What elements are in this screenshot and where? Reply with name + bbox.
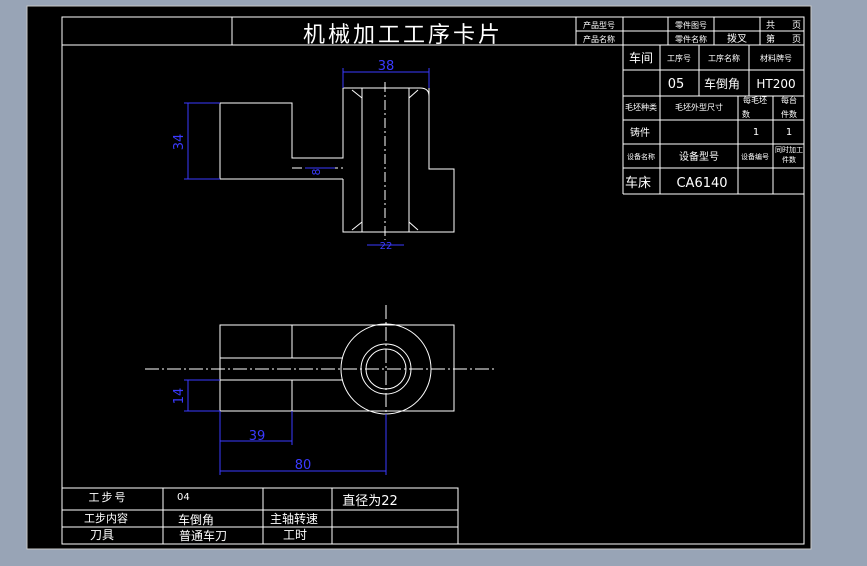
equip-model-value: CA6140 — [676, 176, 727, 191]
card-title: 机械加工工序卡片 — [303, 23, 503, 48]
part-count-label-2: 件数 — [781, 109, 797, 119]
spindle-speed-label: 主轴转速 — [270, 511, 318, 526]
process-name-label: 工序名称 — [708, 53, 740, 63]
part-name-value: 拨叉 — [727, 32, 747, 45]
part-name-label: 零件名称 — [675, 34, 707, 44]
process-no-label: 工序号 — [667, 53, 691, 63]
blank-count-label: 每毛坯 — [743, 95, 767, 105]
dim-bottom-bore: 22 — [380, 241, 393, 252]
dim-neck: 8 — [310, 169, 323, 176]
sheet-label: 第 — [766, 33, 775, 45]
drawing-viewport[interactable]: 机械加工工序卡片 产品型号 产品名称 零件图号 零件名称 拨叉 共 页 第 页 … — [0, 0, 867, 562]
equip-model-label: 设备型号 — [679, 150, 719, 163]
work-time-label: 工时 — [283, 528, 307, 542]
workshop-label: 车间 — [629, 50, 653, 65]
product-name-label: 产品名称 — [583, 34, 615, 44]
tool-value: 普通车刀 — [179, 528, 227, 543]
blank-type-label: 毛坯种类 — [625, 102, 657, 112]
simul-label-2: 件数 — [782, 155, 796, 164]
material-value: HT200 — [756, 77, 795, 91]
dim-front-39: 39 — [249, 429, 266, 444]
equip-name-value: 车床 — [625, 175, 651, 191]
page-label: 页 — [792, 20, 801, 31]
dim-left-height: 34 — [172, 134, 187, 151]
step-no-value: 04 — [177, 492, 190, 503]
equip-name-label: 设备名称 — [627, 152, 655, 161]
sheet-page-label: 页 — [792, 34, 801, 45]
process-name-value: 车倒角 — [704, 76, 740, 91]
blank-count-value: 1 — [753, 127, 759, 138]
part-count-label: 每台 — [781, 95, 797, 105]
part-count-value: 1 — [786, 127, 792, 138]
material-label: 材料牌号 — [760, 53, 792, 63]
product-model-label: 产品型号 — [583, 20, 615, 30]
blank-count-label-2: 数 — [742, 109, 750, 119]
part-drawing-label: 零件图号 — [675, 20, 707, 30]
viewport-background — [26, 5, 812, 550]
dim-front-height: 14 — [172, 388, 187, 405]
cad-sheet: 机械加工工序卡片 产品型号 产品名称 零件图号 零件名称 拨叉 共 页 第 页 … — [26, 5, 812, 550]
dim-front-80: 80 — [295, 458, 312, 473]
total-label: 共 — [766, 20, 775, 31]
simul-label: 同时加工 — [775, 145, 803, 154]
step-content-value: 车倒角 — [178, 512, 214, 527]
equip-no-label: 设备编号 — [741, 152, 769, 161]
step-remark: 直径为22 — [342, 494, 398, 509]
blank-type-value: 铸件 — [630, 126, 650, 139]
process-no-value: 05 — [668, 77, 685, 92]
blank-size-label: 毛坯外型尺寸 — [675, 102, 723, 112]
tool-label: 刀具 — [90, 528, 114, 542]
step-content-label: 工步内容 — [84, 511, 128, 525]
dim-top-width: 38 — [378, 59, 395, 74]
step-no-label: 工步号 — [89, 491, 128, 504]
